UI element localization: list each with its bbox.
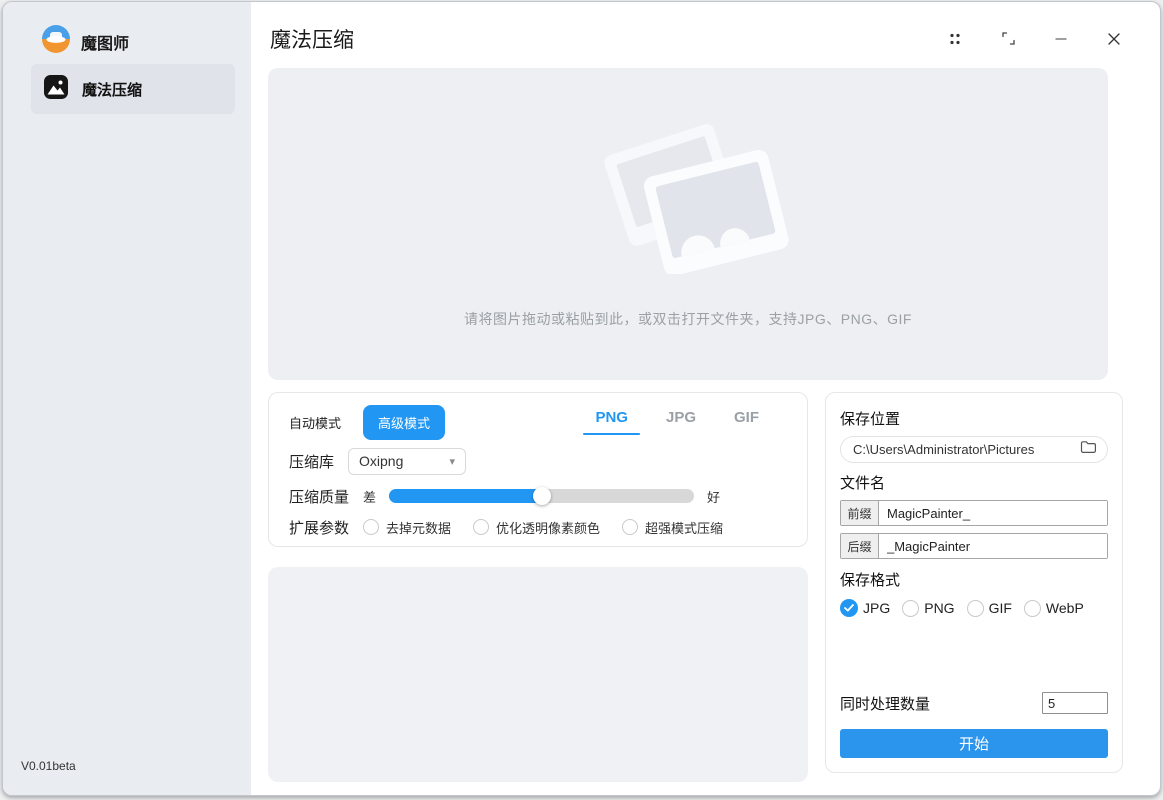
filename-label: 文件名 — [840, 472, 1108, 493]
concurrency-input[interactable] — [1042, 692, 1108, 714]
radio-checked-icon — [840, 599, 858, 617]
prefix-addon-label: 前缀 — [841, 501, 879, 525]
drop-zone-hint: 请将图片拖动或粘贴到此，或双击打开文件夹，支持JPG、PNG、GIF — [268, 309, 1108, 329]
radio-unchecked-icon — [363, 519, 379, 535]
concurrency-row: 同时处理数量 — [840, 692, 1108, 714]
photos-placeholder-icon — [268, 116, 1108, 279]
option-strip-metadata[interactable]: 去掉元数据 — [363, 518, 451, 537]
prefix-field: 前缀 — [840, 500, 1108, 526]
app-name: 魔图师 — [81, 30, 129, 54]
radio-unchecked-icon — [1024, 600, 1041, 617]
maximize-icon — [1001, 31, 1016, 49]
save-format-options: JPG PNG GIF WebP — [840, 599, 1108, 617]
quality-slider-thumb[interactable] — [533, 487, 551, 505]
page-title: 魔法压缩 — [270, 24, 354, 54]
app-window: 魔图师 魔法压缩 V0.01beta 魔法压缩 — [2, 1, 1161, 796]
app-logo-icon — [41, 24, 71, 59]
minimize-button[interactable] — [1047, 26, 1075, 54]
sidebar: 魔图师 魔法压缩 V0.01beta — [3, 2, 251, 795]
option-super-mode[interactable]: 超强模式压缩 — [622, 518, 723, 537]
sidebar-item-label: 魔法压缩 — [82, 79, 142, 100]
tab-png[interactable]: PNG — [595, 409, 628, 435]
save-location-label: 保存位置 — [840, 408, 1108, 429]
app-menu-button[interactable] — [941, 26, 969, 54]
quality-slider-fill — [389, 489, 542, 503]
window-controls — [941, 26, 1128, 54]
sidebar-item-magic-compress[interactable]: 魔法压缩 — [31, 64, 235, 114]
save-settings-panel: 保存位置 文件名 前缀 后缀 保存格式 JPG — [825, 392, 1123, 773]
suffix-field: 后缀 — [840, 533, 1108, 559]
format-option-png[interactable]: PNG — [902, 600, 954, 617]
quality-slider[interactable] — [389, 489, 694, 503]
maximize-button[interactable] — [994, 26, 1022, 54]
folder-icon[interactable] — [1080, 440, 1097, 459]
radio-unchecked-icon — [967, 600, 984, 617]
dots-grid-icon — [947, 31, 963, 50]
prefix-input[interactable] — [879, 501, 1107, 525]
save-location-field — [840, 436, 1108, 463]
radio-unchecked-icon — [902, 600, 919, 617]
image-icon — [43, 74, 69, 105]
start-button[interactable]: 开始 — [840, 729, 1108, 758]
suffix-input[interactable] — [879, 534, 1107, 558]
close-button[interactable] — [1100, 26, 1128, 54]
suffix-addon-label: 后缀 — [841, 534, 879, 558]
tab-gif[interactable]: GIF — [734, 409, 759, 435]
extended-params-label: 扩展参数 — [289, 517, 349, 538]
library-label: 压缩库 — [289, 451, 334, 472]
tab-auto-mode[interactable]: 自动模式 — [289, 413, 341, 432]
quality-max-label: 好 — [707, 487, 720, 506]
minimize-icon — [1054, 32, 1068, 49]
file-list-panel — [268, 567, 808, 782]
tab-advanced-mode[interactable]: 高级模式 — [363, 405, 445, 440]
library-select[interactable]: Oxipng ▾ — [348, 448, 466, 475]
close-icon — [1106, 31, 1122, 50]
radio-unchecked-icon — [622, 519, 638, 535]
concurrency-label: 同时处理数量 — [840, 693, 930, 714]
option-optimize-alpha[interactable]: 优化透明像素颜色 — [473, 518, 600, 537]
chevron-down-icon: ▾ — [449, 455, 455, 468]
image-drop-zone[interactable]: 请将图片拖动或粘贴到此，或双击打开文件夹，支持JPG、PNG、GIF — [268, 68, 1108, 380]
compression-settings-panel: 自动模式 高级模式 PNG JPG GIF 压缩库 Oxipng ▾ 压缩质量 … — [268, 392, 808, 547]
tab-jpg[interactable]: JPG — [666, 409, 696, 435]
format-option-gif[interactable]: GIF — [967, 600, 1012, 617]
quality-min-label: 差 — [363, 487, 376, 506]
quality-label: 压缩质量 — [289, 486, 349, 507]
save-location-input[interactable] — [853, 442, 1080, 457]
format-option-webp[interactable]: WebP — [1024, 600, 1084, 617]
radio-unchecked-icon — [473, 519, 489, 535]
app-version: V0.01beta — [21, 759, 76, 773]
format-tabs: PNG JPG GIF — [595, 409, 787, 435]
format-option-jpg[interactable]: JPG — [840, 599, 890, 617]
library-value: Oxipng — [359, 453, 403, 469]
save-format-label: 保存格式 — [840, 569, 1108, 590]
app-logo-row: 魔图师 — [3, 2, 251, 59]
